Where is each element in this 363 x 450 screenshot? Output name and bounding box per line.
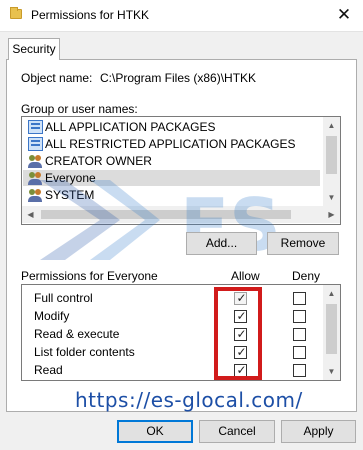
deny-checkbox[interactable]: [293, 310, 306, 323]
users-icon: [28, 154, 43, 168]
folder-icon: [10, 7, 22, 19]
close-icon[interactable]: ✕: [333, 4, 355, 26]
permission-label: Read: [34, 363, 63, 377]
permission-row: Modify: [34, 307, 214, 325]
title-bar: Permissions for HTKK ✕: [0, 0, 363, 31]
tab-security[interactable]: Security: [8, 38, 60, 60]
package-icon: [28, 120, 43, 134]
object-name-label: Object name:: [21, 71, 93, 85]
scroll-up-icon[interactable]: ▲: [323, 285, 340, 302]
permission-label: Full control: [34, 291, 93, 305]
cancel-button[interactable]: Cancel: [199, 420, 275, 443]
add-button[interactable]: Add...: [186, 232, 257, 255]
ok-button[interactable]: OK: [117, 420, 193, 443]
apply-button[interactable]: Apply: [281, 420, 356, 443]
window-title: Permissions for HTKK: [31, 8, 150, 22]
highlight-annotation: [214, 287, 262, 380]
permission-label: Read & execute: [34, 327, 120, 341]
permissions-list: Full control ✓ Modify ✓ Read & execute ✓…: [21, 284, 341, 381]
permission-row: Read: [34, 361, 214, 379]
list-item[interactable]: ALL RESTRICTED APPLICATION PACKAGES: [23, 136, 320, 152]
list-item[interactable]: CREATOR OWNER: [23, 153, 320, 169]
list-item-label: CREATOR OWNER: [45, 154, 152, 168]
scroll-thumb[interactable]: [326, 136, 337, 174]
deny-checkbox[interactable]: [293, 292, 306, 305]
list-item-label: ALL RESTRICTED APPLICATION PACKAGES: [45, 137, 296, 151]
deny-checkbox[interactable]: [293, 364, 306, 377]
watermark-logo: ES: [40, 180, 281, 267]
watermark-url: https://es-glocal.com/: [75, 388, 303, 412]
object-name-value: C:\Program Files (x86)\HTKK: [100, 71, 257, 85]
permission-label: List folder contents: [34, 345, 135, 359]
permission-label: Modify: [34, 309, 70, 323]
deny-column-header: Deny: [292, 269, 321, 283]
permission-row: List folder contents: [34, 343, 214, 361]
permissions-vscrollbar[interactable]: ▲ ▼: [323, 285, 340, 380]
scroll-up-icon[interactable]: ▲: [323, 117, 340, 134]
group-names-label: Group or user names:: [21, 102, 138, 116]
scroll-down-icon[interactable]: ▼: [323, 363, 340, 380]
permissions-label: Permissions for Everyone: [21, 269, 158, 283]
allow-column-header: Allow: [231, 269, 260, 283]
scroll-thumb[interactable]: [326, 304, 337, 354]
permission-row: Full control: [34, 289, 214, 307]
list-item[interactable]: ALL APPLICATION PACKAGES: [23, 119, 320, 135]
list-item-label: ALL APPLICATION PACKAGES: [45, 120, 216, 134]
permission-row: Read & execute: [34, 325, 214, 343]
deny-checkbox[interactable]: [293, 328, 306, 341]
deny-checkbox[interactable]: [293, 346, 306, 359]
package-icon: [28, 137, 43, 151]
remove-button[interactable]: Remove: [267, 232, 339, 255]
